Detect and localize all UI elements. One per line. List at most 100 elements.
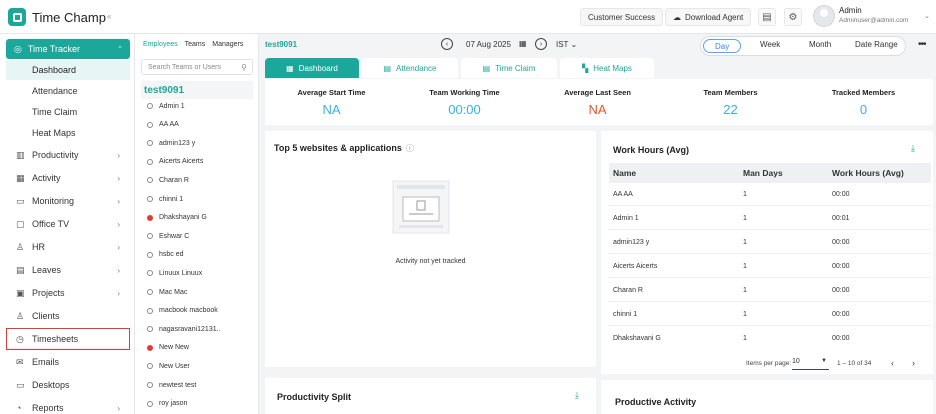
sidebar-item-desktops[interactable]: ▭ Desktops — [6, 374, 130, 396]
download-agent-button[interactable]: ☁ Download Agent — [665, 8, 752, 26]
table-cell: 1 — [743, 335, 747, 340]
table-cell: admin123 y — [613, 239, 650, 246]
sidebar-item-activity[interactable]: ▦ Activity › — [6, 167, 130, 189]
stat-average-last-seen: Average Last Seen NA — [531, 79, 664, 125]
sidebar-item-label: Dashboard — [32, 65, 77, 75]
items-per-page-select[interactable]: 10 ▼ — [792, 358, 829, 370]
more-options-icon[interactable]: ••• — [918, 39, 926, 50]
download-icon[interactable]: ⤓ — [911, 143, 915, 154]
info-icon[interactable]: ⓘ — [406, 144, 414, 153]
range-date-range[interactable]: Date Range — [855, 40, 898, 49]
card-title: Top 5 websites & applications ⓘ — [274, 143, 414, 154]
sidebar-item-emails[interactable]: ✉ Emails — [6, 351, 130, 373]
employee-list-item[interactable]: New New — [147, 339, 189, 357]
next-page-icon[interactable]: › — [912, 358, 915, 368]
collapse-sidebar-icon[interactable]: « — [107, 12, 111, 21]
table-cell: 1 — [743, 239, 747, 246]
settings-icon[interactable]: ⚙ — [784, 8, 802, 26]
table-cell: Aicerts Aicerts — [613, 263, 658, 270]
employee-list-item[interactable]: New User — [147, 357, 190, 375]
table-row[interactable]: Dhakshayani G 1 00:00 — [609, 327, 931, 340]
employee-list-item[interactable]: Mac Mac — [147, 283, 187, 301]
calendar-icon[interactable]: ▦ — [519, 39, 527, 48]
employee-list-item[interactable]: chinni 1 — [147, 190, 183, 208]
employee-list-item[interactable]: newtest test — [147, 376, 196, 394]
customer-success-button[interactable]: Customer Success — [580, 8, 664, 26]
previous-date-icon[interactable]: ‹ — [441, 38, 453, 50]
employee-list-item[interactable]: Linuux Linuux — [147, 264, 202, 282]
stat-team-members: Team Members 22 — [664, 79, 797, 125]
employee-name: Mac Mac — [159, 288, 188, 296]
range-month[interactable]: Month — [809, 40, 831, 49]
tab-time-claim[interactable]: ▤ Time Claim — [461, 58, 557, 78]
column-header-work-hours[interactable]: Work Hours (Avg) — [832, 168, 904, 178]
productivity-icon: ▥ — [16, 149, 25, 160]
logo[interactable]: Time Champ — [8, 7, 106, 27]
sidebar-sub-dashboard[interactable]: Dashboard — [6, 60, 130, 80]
employee-list-item[interactable]: Charan R — [147, 171, 189, 189]
employee-list-item[interactable]: Dhakshayani G — [147, 209, 207, 227]
employee-tabs: Employees Teams Managers — [143, 41, 243, 48]
range-day[interactable]: Day — [703, 39, 742, 53]
chevron-down-icon[interactable]: ⌄ — [924, 12, 930, 20]
sidebar-item-timesheets[interactable]: ◷ Timesheets — [6, 328, 130, 350]
app-name: Time Champ — [32, 9, 106, 25]
sidebar-item-projects[interactable]: ▣ Projects › — [6, 282, 130, 304]
sidebar-item-monitoring[interactable]: ▭ Monitoring › — [6, 190, 130, 212]
customer-success-label: Customer Success — [588, 12, 656, 22]
range-week[interactable]: Week — [760, 40, 780, 49]
sidebar-item-hr[interactable]: ♙ HR › — [6, 236, 130, 258]
employee-list-item[interactable]: Admin 1 — [147, 97, 185, 115]
employee-list-item[interactable]: Eshwar C — [147, 227, 189, 245]
tab-employees[interactable]: Employees — [143, 41, 178, 48]
table-cell: 00:00 — [832, 191, 850, 198]
employee-search-input[interactable]: Search Teams or Users ⚲ — [141, 59, 253, 75]
timezone-select[interactable]: IST ⌄ — [556, 40, 577, 49]
table-cell: chinni 1 — [613, 311, 638, 318]
chevron-right-icon: › — [117, 265, 120, 275]
tab-managers[interactable]: Managers — [212, 41, 243, 48]
sidebar-item-label: Desktops — [32, 380, 70, 390]
status-dot-icon — [147, 363, 153, 370]
sidebar-item-productivity[interactable]: ▥ Productivity › — [6, 144, 130, 166]
previous-page-icon[interactable]: ‹ — [891, 358, 894, 368]
employee-list-item[interactable]: roy jason — [147, 395, 187, 413]
sidebar-sub-attendance[interactable]: Attendance — [6, 81, 130, 101]
table-row[interactable]: Admin 1 1 00:01 — [609, 207, 931, 230]
sidebar-item-reports[interactable]: ◔ Reports › — [6, 397, 130, 414]
employee-list-item[interactable]: hsbc ed — [147, 246, 184, 264]
date-display[interactable]: 07 Aug 2025 — [466, 40, 511, 49]
chevron-right-icon: › — [117, 196, 120, 206]
mail-icon: ✉ — [16, 356, 24, 367]
table-row[interactable]: Aicerts Aicerts 1 00:00 — [609, 255, 931, 278]
document-icon[interactable]: ▤ — [758, 8, 776, 26]
user-name: Admin — [839, 6, 862, 15]
sidebar-item-label: Reports — [32, 403, 64, 413]
table-row[interactable]: admin123 y 1 00:00 — [609, 231, 931, 254]
sidebar-item-leaves[interactable]: ▤ Leaves › — [6, 259, 130, 281]
avatar[interactable] — [813, 5, 835, 27]
employee-list-item[interactable]: nagasravani12131.. — [147, 320, 221, 338]
tab-teams[interactable]: Teams — [185, 41, 206, 48]
column-header-man-days[interactable]: Man Days — [743, 168, 783, 178]
tab-attendance[interactable]: ▤ Attendance — [362, 58, 458, 78]
table-row[interactable]: AA AA 1 00:00 — [609, 183, 931, 206]
sidebar-sub-heat-maps[interactable]: Heat Maps — [6, 123, 130, 143]
table-row[interactable]: chinni 1 1 00:00 — [609, 303, 931, 326]
sidebar-item-office-tv[interactable]: ▢ Office TV › — [6, 213, 130, 235]
employee-list-item[interactable]: Aicerts Aicerts — [147, 153, 203, 171]
download-icon[interactable]: ⤓ — [575, 390, 579, 401]
sidebar-item-time-tracker[interactable]: ◎ Time Tracker ⌃ — [6, 39, 130, 59]
next-date-icon[interactable]: › — [535, 38, 547, 50]
sidebar-item-clients[interactable]: ♙ Clients — [6, 305, 130, 327]
employee-list-item[interactable]: AA AA — [147, 116, 179, 134]
employee-list-item[interactable]: macbook macbook — [147, 302, 218, 320]
employee-list-item[interactable]: admin123 y — [147, 134, 195, 152]
column-header-name[interactable]: Name — [613, 168, 636, 178]
table-row[interactable]: Charan R 1 00:00 — [609, 279, 931, 302]
tab-heat-maps[interactable]: ▚ Heat Maps — [560, 58, 654, 78]
cloud-download-icon: ☁ — [673, 12, 681, 22]
tab-dashboard[interactable]: ▦ Dashboard — [265, 58, 359, 78]
sidebar-item-label: Activity — [32, 173, 61, 183]
sidebar-sub-time-claim[interactable]: Time Claim — [6, 102, 130, 122]
